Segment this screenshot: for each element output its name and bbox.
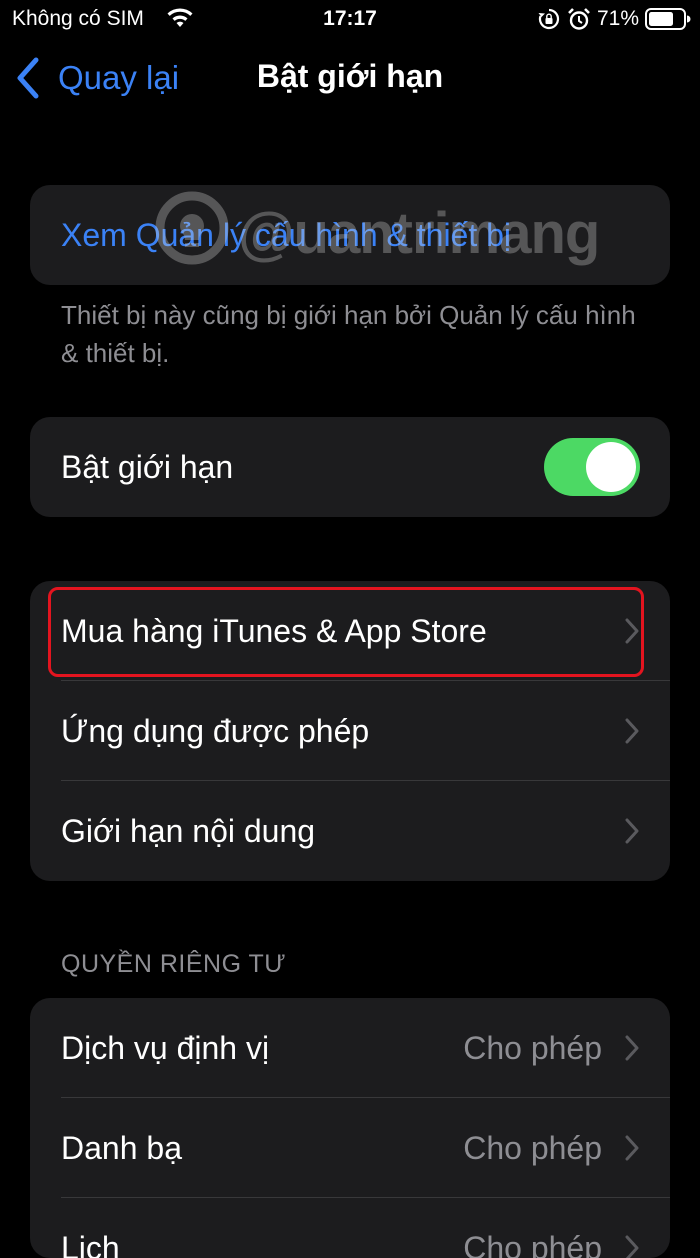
chevron-right-icon [624, 1134, 640, 1162]
menu-item-allowed-apps[interactable]: Ứng dụng được phép [30, 681, 670, 781]
privacy-item-value: Cho phép [463, 1030, 602, 1067]
view-profile-management-link[interactable]: Xem Quản lý cấu hình & thiết bị [30, 185, 670, 285]
navigation-bar: Quay lại Bật giới hạn [0, 40, 700, 116]
chevron-right-icon [624, 1234, 640, 1258]
privacy-item-label: Danh bạ [61, 1130, 182, 1167]
menu-item-label: Ứng dụng được phép [61, 713, 369, 750]
chevron-right-icon [624, 717, 640, 745]
menu-item-content-restrictions[interactable]: Giới hạn nội dung [30, 781, 670, 881]
privacy-item-value: Cho phép [463, 1230, 602, 1258]
chevron-right-icon [624, 817, 640, 845]
profile-group: Xem Quản lý cấu hình & thiết bị [30, 185, 670, 285]
chevron-right-icon [624, 1034, 640, 1062]
privacy-group: Dịch vụ định vị Cho phép Danh bạ Cho phé… [30, 998, 670, 1258]
restrictions-toggle-label: Bật giới hạn [61, 449, 233, 486]
profile-management-link-label: Xem Quản lý cấu hình & thiết bị [61, 217, 511, 254]
clock-time: 17:17 [0, 7, 700, 31]
status-bar: Không có SIM 17:17 71% [0, 0, 700, 40]
privacy-item-contacts[interactable]: Danh bạ Cho phép [30, 1098, 670, 1198]
privacy-item-label: Lịch [61, 1230, 120, 1258]
battery-percentage: 71% [597, 7, 639, 31]
menu-item-label: Mua hàng iTunes & App Store [61, 613, 487, 650]
menu-item-label: Giới hạn nội dung [61, 813, 315, 850]
privacy-section-header: QUYỀN RIÊNG TƯ [61, 950, 286, 979]
privacy-item-calendar[interactable]: Lịch Cho phép [30, 1198, 670, 1258]
privacy-item-value: Cho phép [463, 1130, 602, 1167]
toggle-knob [586, 442, 636, 492]
battery-icon [645, 8, 691, 30]
privacy-item-location-services[interactable]: Dịch vụ định vị Cho phép [30, 998, 670, 1098]
chevron-right-icon [624, 617, 640, 645]
page-title: Bật giới hạn [0, 58, 700, 95]
profile-footer-note: Thiết bị này cũng bị giới hạn bởi Quản l… [61, 296, 651, 372]
menu-item-itunes-app-store[interactable]: Mua hàng iTunes & App Store [30, 581, 670, 681]
restrictions-toggle-group: Bật giới hạn [30, 417, 670, 517]
restrictions-menu-group: Mua hàng iTunes & App Store Ứng dụng đượ… [30, 581, 670, 881]
privacy-item-label: Dịch vụ định vị [61, 1030, 269, 1067]
alarm-icon [567, 7, 591, 31]
restrictions-toggle-switch[interactable] [544, 438, 640, 496]
restrictions-toggle-row: Bật giới hạn [30, 417, 670, 517]
rotation-lock-icon [538, 8, 560, 30]
